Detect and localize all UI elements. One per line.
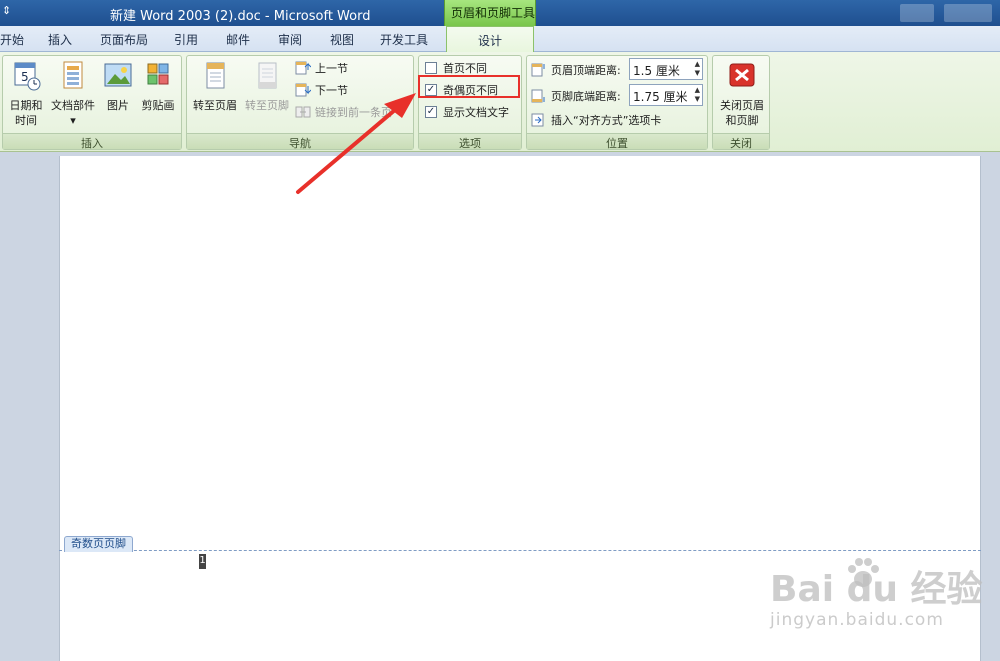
quick-access-toolbar-icon[interactable]: ⇕ bbox=[2, 4, 11, 17]
goto-header-label: 转至页眉 bbox=[193, 99, 237, 112]
group-navigation-label: 导航 bbox=[187, 133, 413, 150]
goto-footer-button[interactable]: 转至页脚 bbox=[241, 60, 293, 113]
show-document-text-label: 显示文档文字 bbox=[443, 106, 509, 119]
group-insert: 5 日期和 时间 文档部件 ▾ 图片 剪贴画 插入 bbox=[2, 55, 182, 150]
group-options: 首页不同 ✓ 奇偶页不同 ✓ 显示文档文字 选项 bbox=[418, 55, 522, 150]
footer-bottom-distance-row: 页脚底端距离: bbox=[531, 88, 621, 104]
footer-distance-icon bbox=[531, 89, 545, 103]
next-section-label: 下一节 bbox=[315, 84, 348, 97]
clipart-label: 剪贴画 bbox=[141, 99, 175, 112]
tab-review[interactable]: 审阅 bbox=[278, 31, 302, 48]
svg-text:5: 5 bbox=[21, 70, 29, 84]
first-page-different-checkbox[interactable]: 首页不同 bbox=[425, 60, 487, 76]
next-section-button[interactable]: 下一节 bbox=[295, 82, 348, 98]
clipart-icon bbox=[147, 63, 169, 85]
previous-section-button[interactable]: 上一节 bbox=[295, 60, 348, 76]
previous-section-label: 上一节 bbox=[315, 62, 348, 75]
highlight-box bbox=[418, 75, 520, 98]
date-time-button[interactable]: 5 日期和 时间 bbox=[5, 60, 47, 128]
next-section-icon bbox=[295, 83, 311, 97]
group-insert-label: 插入 bbox=[3, 133, 181, 150]
show-document-text-checkbox[interactable]: ✓ 显示文档文字 bbox=[425, 104, 509, 120]
group-close: 关闭页眉 和页脚 关闭 bbox=[712, 55, 770, 150]
title-bar: ⇕ 新建 Word 2003 (2).doc - Microsoft Word … bbox=[0, 0, 1000, 26]
window-decoration bbox=[944, 4, 992, 22]
group-options-label: 选项 bbox=[419, 133, 521, 150]
watermark-url: jingyan.baidu.com bbox=[770, 610, 944, 630]
window-decoration bbox=[900, 4, 934, 22]
tab-references[interactable]: 引用 bbox=[174, 31, 198, 48]
footer-bottom-distance-input[interactable]: 1.75 厘米 ▲ ▼ bbox=[629, 84, 703, 106]
header-top-distance-input[interactable]: 1.5 厘米 ▲ ▼ bbox=[629, 58, 703, 80]
goto-header-button[interactable]: 转至页眉 bbox=[189, 60, 241, 113]
tab-insert[interactable]: 插入 bbox=[48, 31, 72, 48]
link-to-previous-label: 链接到前一条页 bbox=[315, 106, 392, 119]
spin-arrows-icon[interactable]: ▲ ▼ bbox=[695, 86, 700, 104]
group-navigation: 转至页眉 转至页脚 上一节 下一节 链接到前一条页 导航 bbox=[186, 55, 414, 150]
footer-bottom-distance-label: 页脚底端距离: bbox=[551, 90, 621, 103]
header-top-distance-row: 页眉顶端距离: bbox=[531, 62, 621, 78]
alignment-tab-icon bbox=[531, 113, 544, 127]
baidu-watermark: Bai du 经验 jingyan.baidu.com bbox=[770, 558, 990, 650]
group-position-label: 位置 bbox=[527, 133, 707, 150]
context-tool-label: 页眉和页脚工具 bbox=[451, 6, 536, 20]
close-header-footer-label-2: 和页脚 bbox=[725, 114, 759, 127]
footer-boundary-line bbox=[59, 550, 981, 551]
picture-button[interactable]: 图片 bbox=[101, 60, 135, 113]
link-to-previous-button[interactable]: 链接到前一条页 bbox=[295, 104, 392, 120]
tab-developer[interactable]: 开发工具 bbox=[380, 31, 428, 48]
group-close-label: 关闭 bbox=[713, 133, 769, 150]
checkbox-checked-icon[interactable]: ✓ bbox=[425, 106, 437, 118]
header-top-distance-value: 1.5 厘米 bbox=[633, 64, 680, 78]
goto-footer-label: 转至页脚 bbox=[245, 99, 289, 112]
header-top-distance-label: 页眉顶端距离: bbox=[551, 64, 621, 77]
tab-mailings[interactable]: 邮件 bbox=[226, 31, 250, 48]
document-parts-button[interactable]: 文档部件 ▾ bbox=[47, 60, 99, 128]
link-icon bbox=[295, 106, 311, 118]
spin-arrows-icon[interactable]: ▲ ▼ bbox=[695, 60, 700, 78]
insert-alignment-tab-button[interactable]: 插入“对齐方式”选项卡 bbox=[531, 112, 661, 128]
insert-alignment-tab-label: 插入“对齐方式”选项卡 bbox=[551, 114, 662, 127]
previous-section-icon bbox=[295, 61, 311, 75]
close-header-footer-button[interactable]: 关闭页眉 和页脚 bbox=[715, 60, 769, 128]
date-time-label-1: 日期和 bbox=[9, 99, 43, 112]
chevron-down-icon: ▾ bbox=[70, 114, 76, 127]
page-number-field[interactable]: 1 bbox=[199, 554, 206, 569]
date-time-label-2: 时间 bbox=[15, 114, 37, 127]
ribbon: 5 日期和 时间 文档部件 ▾ 图片 剪贴画 插入 转至页眉 转至页脚 上一节 … bbox=[0, 52, 1000, 152]
calendar-clock-icon: 5 bbox=[14, 62, 41, 91]
close-icon bbox=[729, 63, 755, 87]
document-parts-label: 文档部件 bbox=[51, 99, 95, 112]
group-position: 页眉顶端距离: 1.5 厘米 ▲ ▼ 页脚底端距离: 1.75 厘米 ▲ ▼ 插入“… bbox=[526, 55, 708, 150]
picture-label: 图片 bbox=[107, 99, 129, 112]
close-header-footer-label-1: 关闭页眉 bbox=[720, 99, 764, 112]
footer-tag: 奇数页页脚 bbox=[64, 536, 133, 552]
tab-page-layout[interactable]: 页面布局 bbox=[100, 31, 148, 48]
tab-design[interactable]: 设计 bbox=[446, 26, 534, 53]
first-page-different-label: 首页不同 bbox=[443, 62, 487, 75]
document-parts-icon bbox=[63, 61, 83, 89]
checkbox-unchecked[interactable] bbox=[425, 62, 437, 74]
picture-icon bbox=[104, 63, 132, 87]
footer-bottom-distance-value: 1.75 厘米 bbox=[633, 90, 688, 104]
clipart-button[interactable]: 剪贴画 bbox=[137, 60, 179, 113]
tab-design-label: 设计 bbox=[478, 34, 503, 48]
context-tool-header: 页眉和页脚工具 bbox=[444, 0, 536, 26]
tab-view[interactable]: 视图 bbox=[330, 31, 354, 48]
tab-home[interactable]: 开始 bbox=[0, 31, 24, 48]
goto-header-icon bbox=[206, 62, 225, 89]
window-title: 新建 Word 2003 (2).doc - Microsoft Word bbox=[110, 9, 371, 24]
goto-footer-icon bbox=[258, 62, 277, 89]
paw-icon bbox=[848, 558, 879, 587]
header-distance-icon bbox=[531, 63, 545, 77]
